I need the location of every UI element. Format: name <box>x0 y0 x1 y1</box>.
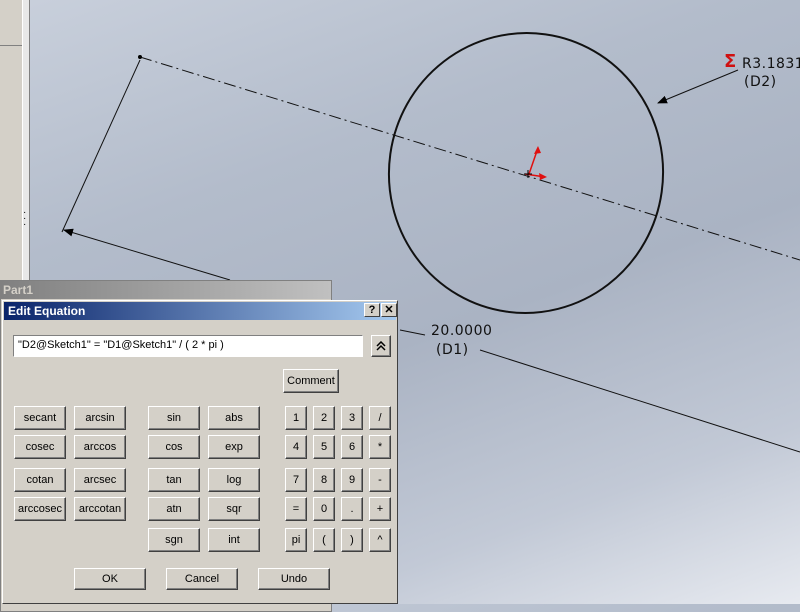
key-plus-button[interactable]: + <box>369 497 391 521</box>
arccosec-button[interactable]: arccosec <box>14 497 66 521</box>
arcsec-button[interactable]: arcsec <box>74 468 126 492</box>
sketch-centerline[interactable] <box>139 56 800 261</box>
help-button[interactable]: ? <box>364 303 380 317</box>
key-decimal-button[interactable]: . <box>341 497 363 521</box>
key-open-paren-button[interactable]: ( <box>313 528 335 552</box>
radius-dimension-value[interactable]: R3.1831 <box>742 56 800 72</box>
key-0-button[interactable]: 0 <box>313 497 335 521</box>
key-close-paren-button[interactable]: ) <box>341 528 363 552</box>
int-button[interactable]: int <box>208 528 260 552</box>
abs-button[interactable]: abs <box>208 406 260 430</box>
length-leader-line <box>479 349 800 453</box>
length-dimension-line-right[interactable] <box>399 329 426 336</box>
sin-button[interactable]: sin <box>148 406 200 430</box>
key-8-button[interactable]: 8 <box>313 468 335 492</box>
expand-button[interactable] <box>371 335 391 357</box>
key-6-button[interactable]: 6 <box>341 435 363 459</box>
sigma-icon: Σ <box>724 51 736 72</box>
radius-dimension-name: (D2) <box>744 74 777 90</box>
log-button[interactable]: log <box>208 468 260 492</box>
undo-button[interactable]: Undo <box>258 568 330 590</box>
radius-leader-line <box>657 69 739 104</box>
cosec-button[interactable]: cosec <box>14 435 66 459</box>
key-multiply-button[interactable]: * <box>369 435 391 459</box>
arcsin-button[interactable]: arcsin <box>74 406 126 430</box>
sgn-button[interactable]: sgn <box>148 528 200 552</box>
dialog-titlebar[interactable]: Edit Equation <box>4 302 396 320</box>
tan-button[interactable]: tan <box>148 468 200 492</box>
key-1-button[interactable]: 1 <box>285 406 307 430</box>
length-dimension-name: (D1) <box>436 342 469 358</box>
key-divide-button[interactable]: / <box>369 406 391 430</box>
length-dimension-value[interactable]: 20.0000 <box>431 323 492 339</box>
length-dimension-line[interactable] <box>63 228 231 281</box>
close-button[interactable]: ✕ <box>381 303 397 317</box>
ok-button[interactable]: OK <box>74 568 146 590</box>
origin-icon <box>524 146 547 180</box>
cotan-button[interactable]: cotan <box>14 468 66 492</box>
key-pi-button[interactable]: pi <box>285 528 307 552</box>
arccotan-button[interactable]: arccotan <box>74 497 126 521</box>
edit-equation-dialog: Edit Equation ? ✕ "D2@Sketch1" = "D1@Ske… <box>2 300 398 604</box>
sketch-circle[interactable] <box>371 15 681 330</box>
equation-input[interactable]: "D2@Sketch1" = "D1@Sketch1" / ( 2 * pi ) <box>13 335 363 357</box>
sqr-button[interactable]: sqr <box>208 497 260 521</box>
cos-button[interactable]: cos <box>148 435 200 459</box>
comment-button[interactable]: Comment <box>283 369 339 393</box>
key-2-button[interactable]: 2 <box>313 406 335 430</box>
key-9-button[interactable]: 9 <box>341 468 363 492</box>
key-3-button[interactable]: 3 <box>341 406 363 430</box>
arccos-button[interactable]: arccos <box>74 435 126 459</box>
cancel-button[interactable]: Cancel <box>166 568 238 590</box>
key-4-button[interactable]: 4 <box>285 435 307 459</box>
key-power-button[interactable]: ^ <box>369 528 391 552</box>
dialog-title: Edit Equation <box>8 304 86 318</box>
double-chevron-up-icon <box>376 341 386 351</box>
part-window-title: Part1 <box>1 281 331 299</box>
key-minus-button[interactable]: - <box>369 468 391 492</box>
atn-button[interactable]: atn <box>148 497 200 521</box>
key-5-button[interactable]: 5 <box>313 435 335 459</box>
dimension-extension-line <box>61 59 141 233</box>
centerline-endpoint[interactable] <box>138 55 142 59</box>
secant-button[interactable]: secant <box>14 406 66 430</box>
key-equals-button[interactable]: = <box>285 497 307 521</box>
key-7-button[interactable]: 7 <box>285 468 307 492</box>
exp-button[interactable]: exp <box>208 435 260 459</box>
